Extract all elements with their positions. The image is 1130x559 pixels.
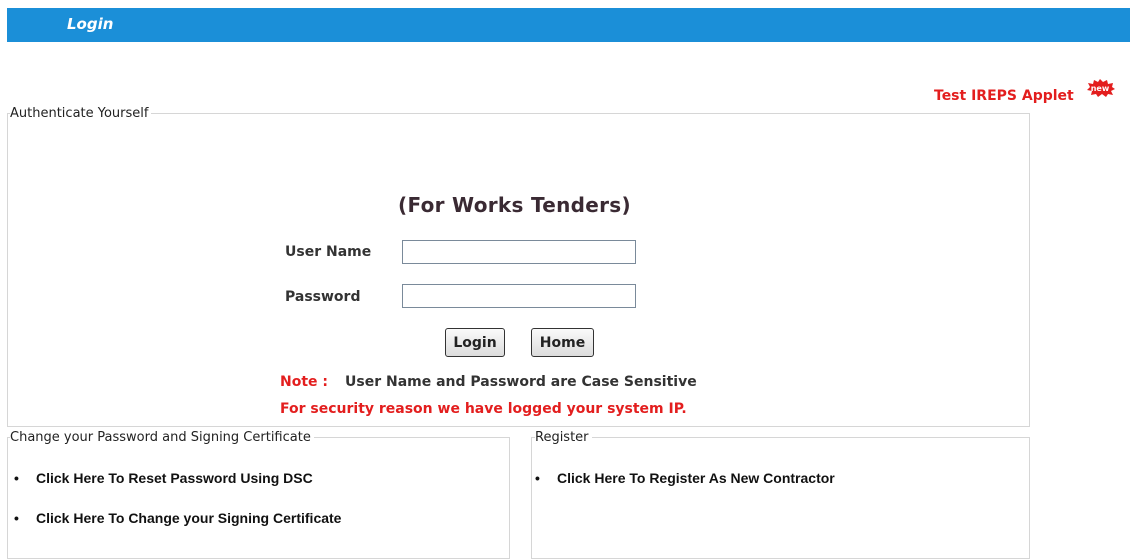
register-new-contractor-label: Click Here To Register As New Contractor [557,470,835,486]
note-prefix: Note : [280,374,328,390]
login-button[interactable]: Login [445,328,505,357]
works-tenders-subtitle: (For Works Tenders) [398,193,631,217]
bullet: • [14,510,19,526]
username-input[interactable] [402,240,636,264]
change-signing-certificate-label: Click Here To Change your Signing Certif… [36,510,342,526]
password-input[interactable] [402,284,636,308]
reset-password-dsc-label: Click Here To Reset Password Using DSC [36,470,313,486]
bullet: • [535,470,540,486]
header-title: Login [67,15,114,33]
home-button[interactable]: Home [531,328,594,357]
security-ip-note: For security reason we have logged your … [280,401,687,417]
new-badge-icon: new [1087,79,1115,97]
register-new-contractor-link[interactable]: • Click Here To Register As New Contracto… [535,470,835,486]
test-ireps-applet-link[interactable]: Test IREPS Applet [934,88,1074,104]
register-panel [531,437,1030,559]
reset-password-dsc-link[interactable]: • Click Here To Reset Password Using DSC [14,470,313,486]
bullet: • [14,470,19,486]
change-password-legend: Change your Password and Signing Certifi… [10,430,314,445]
case-sensitive-note: User Name and Password are Case Sensitiv… [345,374,697,390]
username-label: User Name [285,244,372,260]
password-label: Password [285,289,361,305]
change-signing-certificate-link[interactable]: • Click Here To Change your Signing Certi… [14,510,341,526]
change-password-panel [7,437,510,559]
new-badge-text: new [1091,84,1110,93]
top-band [0,0,1130,8]
header-bar: Login [7,8,1130,42]
authenticate-legend: Authenticate Yourself [10,106,152,121]
register-legend: Register [535,430,592,445]
